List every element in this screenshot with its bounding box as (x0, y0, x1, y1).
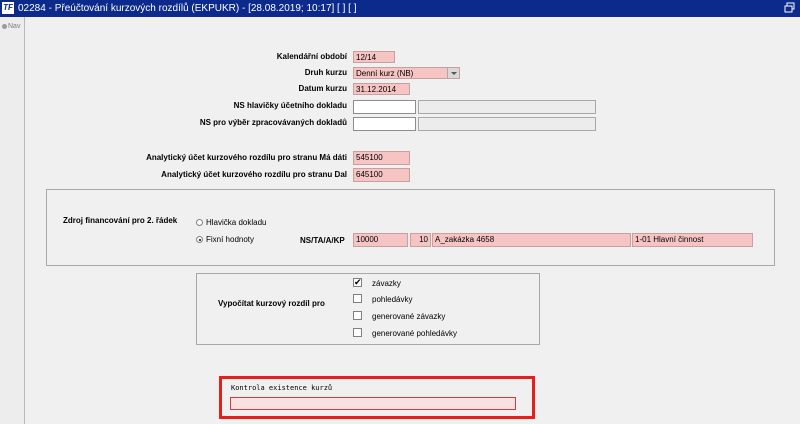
compute-label: Vypočítat kurzový rozdíl pro (218, 299, 325, 308)
contract-field[interactable]: A_zakázka 4658 (432, 233, 631, 247)
generated-payables-checkbox[interactable] (353, 311, 362, 320)
ns-header-name-field (418, 100, 596, 114)
period-label: Kalendářní období (276, 52, 347, 61)
nav-label: Nav (8, 23, 21, 30)
checkmark-icon: ✔ (354, 277, 362, 287)
rate-type-select[interactable]: Denní kurz (NB) (353, 67, 460, 79)
ns-select-label: NS pro výběr zpracovávaných dokladů (199, 118, 347, 127)
account-debit-label: Analytický účet kurzového rozdílu pro st… (146, 153, 347, 162)
receivables-label[interactable]: pohledávky (372, 295, 412, 305)
ns-header-label: NS hlavičky účetního dokladu (233, 101, 347, 110)
ta-field[interactable]: 10 (410, 233, 431, 247)
chevron-down-icon[interactable] (447, 68, 459, 78)
ns-select-code-field[interactable] (353, 117, 416, 131)
ns-ta-a-kp-label: NS/TA/A/KP (300, 236, 345, 245)
account-credit-label: Analytický účet kurzového rozdílu pro st… (161, 170, 347, 179)
rate-check-label: Kontrola existence kurzů (231, 384, 333, 392)
account-debit-field[interactable]: 545100 (353, 151, 410, 165)
ns-field[interactable]: 10000 (353, 233, 408, 247)
generated-payables-label[interactable]: generované závazky (372, 312, 445, 322)
nav-bullet-icon (2, 23, 7, 29)
funding-option-header-label[interactable]: Hlavička dokladu (206, 218, 266, 228)
receivables-checkbox[interactable] (353, 294, 362, 303)
rate-check-field[interactable] (230, 397, 516, 410)
ns-select-name-field (418, 117, 596, 131)
generated-receivables-checkbox[interactable] (353, 328, 362, 337)
period-field[interactable]: 12/14 (353, 51, 395, 63)
funding-group (46, 189, 775, 266)
funding-option-fixed-label[interactable]: Fixní hodnoty (206, 235, 254, 245)
rate-date-label: Datum kurzu (298, 84, 347, 93)
rate-date-field[interactable]: 31.12.2014 (353, 83, 410, 95)
funding-option-fixed-radio[interactable] (196, 236, 203, 243)
payables-label[interactable]: závazky (372, 279, 401, 289)
window-titlebar: TF 02284 - Přeúčtování kurzových rozdílů… (0, 0, 800, 17)
account-credit-field[interactable]: 645100 (353, 168, 410, 182)
payables-checkbox[interactable]: ✔ (353, 277, 362, 287)
generated-receivables-label[interactable]: generované pohledávky (372, 329, 457, 339)
app-logo-icon: TF (2, 2, 14, 14)
rate-type-label: Druh kurzu (304, 68, 347, 77)
funding-option-header-radio[interactable] (196, 219, 203, 226)
funding-label: Zdroj financování pro 2. řádek (63, 216, 178, 225)
nav-toggle[interactable]: Nav (2, 23, 20, 30)
cost-center-field[interactable]: 1-01 Hlavní činnost (632, 233, 753, 247)
restore-window-icon[interactable] (784, 2, 796, 14)
ns-header-code-field[interactable] (353, 100, 416, 114)
rate-type-value: Denní kurz (NB) (356, 69, 414, 78)
compute-group (196, 273, 540, 345)
window-title: 02284 - Přeúčtování kurzových rozdílů (E… (18, 3, 357, 14)
navigator-panel: Nav (0, 17, 25, 424)
